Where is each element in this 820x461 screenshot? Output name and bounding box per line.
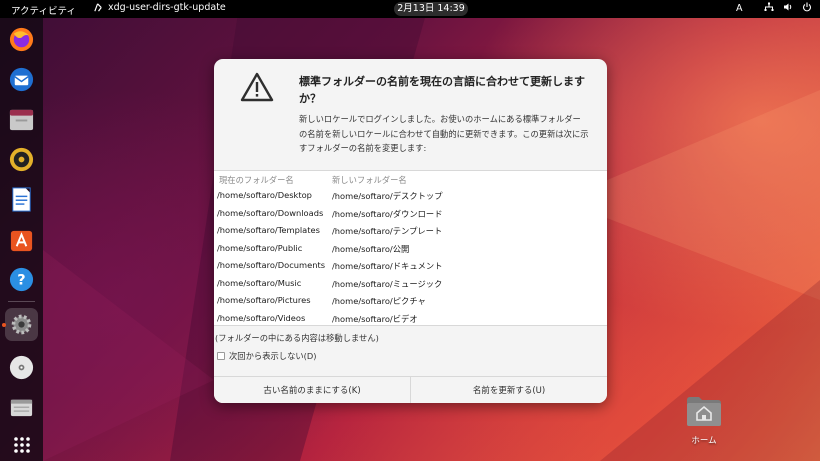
app-name: xdg-user-dirs-gtk-update — [108, 2, 226, 13]
network-icon — [764, 2, 774, 11]
home-folder-label: ホーム — [691, 436, 717, 446]
table-row: /home/softaro/Music/home/softaro/ミュージック — [214, 275, 607, 292]
new-folder-name: /home/softaro/ドキュメント — [332, 261, 443, 271]
current-folder-name: /home/softaro/Templates — [217, 225, 320, 235]
new-folder-name: /home/softaro/ピクチャ — [332, 296, 426, 306]
app-icon — [94, 3, 102, 12]
volume-icon — [784, 3, 792, 11]
thunderbird-icon[interactable] — [5, 63, 38, 96]
table-row: /home/softaro/Templates/home/softaro/テンプ… — [214, 222, 607, 239]
files-icon[interactable] — [5, 103, 38, 136]
contents-note: (フォルダーの中にある内容は移動しません) — [215, 333, 379, 343]
table-row: /home/softaro/Downloads/home/softaro/ダウン… — [214, 205, 607, 222]
dock: ? — [0, 18, 43, 461]
software-icon[interactable] — [5, 223, 38, 256]
table-row: /home/softaro/Documents/home/softaro/ドキュ… — [214, 257, 607, 274]
new-folder-name: /home/softaro/ダウンロード — [332, 208, 443, 219]
update-folders-dialog: 標準フォルダーの名前を現在の言語に合わせて更新しますか？ 新しいロケールでログイ… — [214, 59, 607, 403]
firefox-icon[interactable] — [5, 23, 38, 56]
column-header-current: 現在のフォルダー名 — [219, 175, 294, 185]
table-row: /home/softaro/Videos/home/softaro/ビデオ — [214, 310, 607, 327]
current-folder-name: /home/softaro/Pictures — [217, 295, 311, 305]
current-folder-name: /home/softaro/Videos — [217, 312, 306, 323]
app-grid-icon[interactable] — [5, 428, 38, 461]
folder-rename-table: 現在のフォルダー名 新しいフォルダー名 /home/softaro/Deskto… — [214, 170, 607, 326]
current-folder-name: /home/softaro/Downloads — [217, 207, 324, 218]
trash-icon[interactable] — [5, 391, 38, 424]
top-bar: アクティビティ xdg-user-dirs-gtk-update 2月13日 1… — [0, 0, 820, 18]
current-folder-name: /home/softaro/Documents — [217, 260, 326, 270]
rhythmbox-icon[interactable] — [5, 143, 38, 176]
new-folder-name: /home/softaro/ビデオ — [332, 313, 418, 324]
table-row: /home/softaro/Public/home/softaro/公開 — [214, 240, 607, 257]
update-names-button[interactable]: 名前を更新する(U) — [410, 377, 607, 403]
current-folder-name: /home/softaro/Music — [217, 277, 302, 288]
app-menu[interactable]: xdg-user-dirs-gtk-update — [93, 2, 226, 13]
power-icon — [802, 2, 812, 12]
clock[interactable]: 2月13日 14:39 — [394, 2, 468, 16]
checkbox-label: 次回から表示しない(D) — [229, 351, 317, 361]
settings-icon[interactable] — [5, 308, 38, 341]
dialog-buttons: 古い名前のままにする(K) 名前を更新する(U) — [214, 376, 607, 403]
warning-icon — [240, 72, 274, 102]
svg-text:?: ? — [17, 272, 25, 288]
column-header-new: 新しいフォルダー名 — [332, 175, 407, 185]
input-method-indicator[interactable]: A — [736, 3, 743, 14]
current-folder-name: /home/softaro/Desktop — [217, 190, 312, 200]
system-tray[interactable] — [764, 2, 812, 12]
current-folder-name: /home/softaro/Public — [217, 242, 303, 253]
writer-icon[interactable] — [5, 183, 38, 216]
help-icon[interactable]: ? — [5, 263, 38, 296]
keep-old-names-button[interactable]: 古い名前のままにする(K) — [214, 377, 410, 403]
new-folder-name: /home/softaro/デスクトップ — [332, 191, 443, 201]
home-folder-icon[interactable] — [686, 395, 722, 427]
disc-icon[interactable] — [5, 351, 38, 384]
dont-show-again-checkbox[interactable]: 次回から表示しない(D) — [217, 350, 317, 362]
dialog-title: 標準フォルダーの名前を現在の言語に合わせて更新しますか？ — [299, 75, 585, 105]
active-indicator — [2, 323, 6, 327]
dialog-message: 新しいロケールでログインしました。お使いのホームにある標準フォルダーの名前を新し… — [299, 114, 589, 153]
dock-separator — [8, 301, 35, 302]
new-folder-name: /home/softaro/公開 — [332, 243, 410, 254]
new-folder-name: /home/softaro/ミュージック — [332, 278, 443, 289]
table-row: /home/softaro/Pictures/home/softaro/ピクチャ — [214, 292, 607, 309]
checkbox-box[interactable] — [217, 352, 225, 360]
new-folder-name: /home/softaro/テンプレート — [332, 226, 443, 236]
activities-button[interactable]: アクティビティ — [11, 3, 76, 17]
table-row: /home/softaro/Desktop/home/softaro/デスクトッ… — [214, 187, 607, 204]
